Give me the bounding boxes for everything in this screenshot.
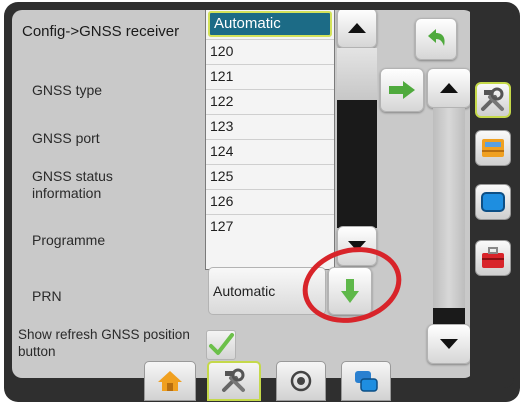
dropdown-scroll-track[interactable]: [337, 100, 377, 228]
list-scroll-thumb[interactable]: [433, 108, 465, 308]
back-arrow-icon: [428, 29, 445, 46]
dropdown-option[interactable]: 125: [206, 164, 334, 189]
arrow-down-icon: [440, 339, 458, 349]
config-screen: Config->GNSS receiver GNSS type GNSS por…: [12, 10, 474, 378]
dropdown-option[interactable]: 124: [206, 139, 334, 164]
tab-tools[interactable]: [207, 361, 261, 401]
target-icon: [290, 370, 312, 392]
list-scroll-track[interactable]: [433, 308, 465, 324]
dropdown-option[interactable]: 121: [206, 64, 334, 89]
dropdown-scroll-up-button[interactable]: [337, 10, 377, 48]
prn-label: PRN: [32, 288, 62, 304]
display-side-button[interactable]: [475, 184, 511, 220]
back-button[interactable]: [415, 18, 457, 60]
prn-dropdown-list[interactable]: Automatic 120 121 122 123 124 125 126 12…: [205, 10, 335, 270]
side-panel: [470, 8, 514, 388]
tab-home[interactable]: [144, 361, 196, 401]
checkmark-icon: [209, 333, 234, 355]
pages-icon: [355, 371, 378, 392]
toolbox-side-button[interactable]: [475, 240, 511, 276]
arrow-right-icon: [389, 81, 415, 99]
arrow-up-icon: [440, 83, 458, 93]
tools-icon: [481, 87, 504, 111]
console-icon: [482, 139, 504, 157]
dropdown-option[interactable]: 126: [206, 189, 334, 214]
programme-label: Programme: [32, 232, 106, 248]
tools-side-button[interactable]: [475, 82, 511, 118]
gnss-port-label: GNSS port: [32, 130, 100, 146]
home-icon: [158, 371, 182, 391]
dropdown-option[interactable]: 127: [206, 214, 334, 239]
tools-icon: [222, 368, 245, 392]
gnss-type-label: GNSS type: [32, 82, 103, 98]
arrow-up-icon: [348, 23, 366, 33]
list-scroll-up-button[interactable]: [427, 68, 471, 108]
console-side-button[interactable]: [475, 130, 511, 166]
dropdown-scroll-thumb[interactable]: [337, 48, 377, 100]
list-scroll-down-button[interactable]: [427, 324, 471, 364]
gnss-status-label: GNSS status information: [32, 168, 113, 201]
dropdown-selected-item[interactable]: Automatic: [208, 11, 332, 37]
page-title: Config->GNSS receiver: [22, 23, 180, 40]
next-button[interactable]: [380, 68, 424, 112]
display-icon: [481, 192, 505, 212]
dropdown-option[interactable]: 123: [206, 114, 334, 139]
toolbox-icon: [482, 247, 504, 268]
dropdown-option[interactable]: 120: [206, 39, 334, 64]
tab-pages[interactable]: [341, 361, 391, 401]
show-refresh-label: Show refresh GNSS position button: [18, 327, 190, 359]
dropdown-option[interactable]: 122: [206, 89, 334, 114]
show-refresh-checkbox[interactable]: [206, 330, 236, 360]
tab-target[interactable]: [276, 361, 326, 401]
